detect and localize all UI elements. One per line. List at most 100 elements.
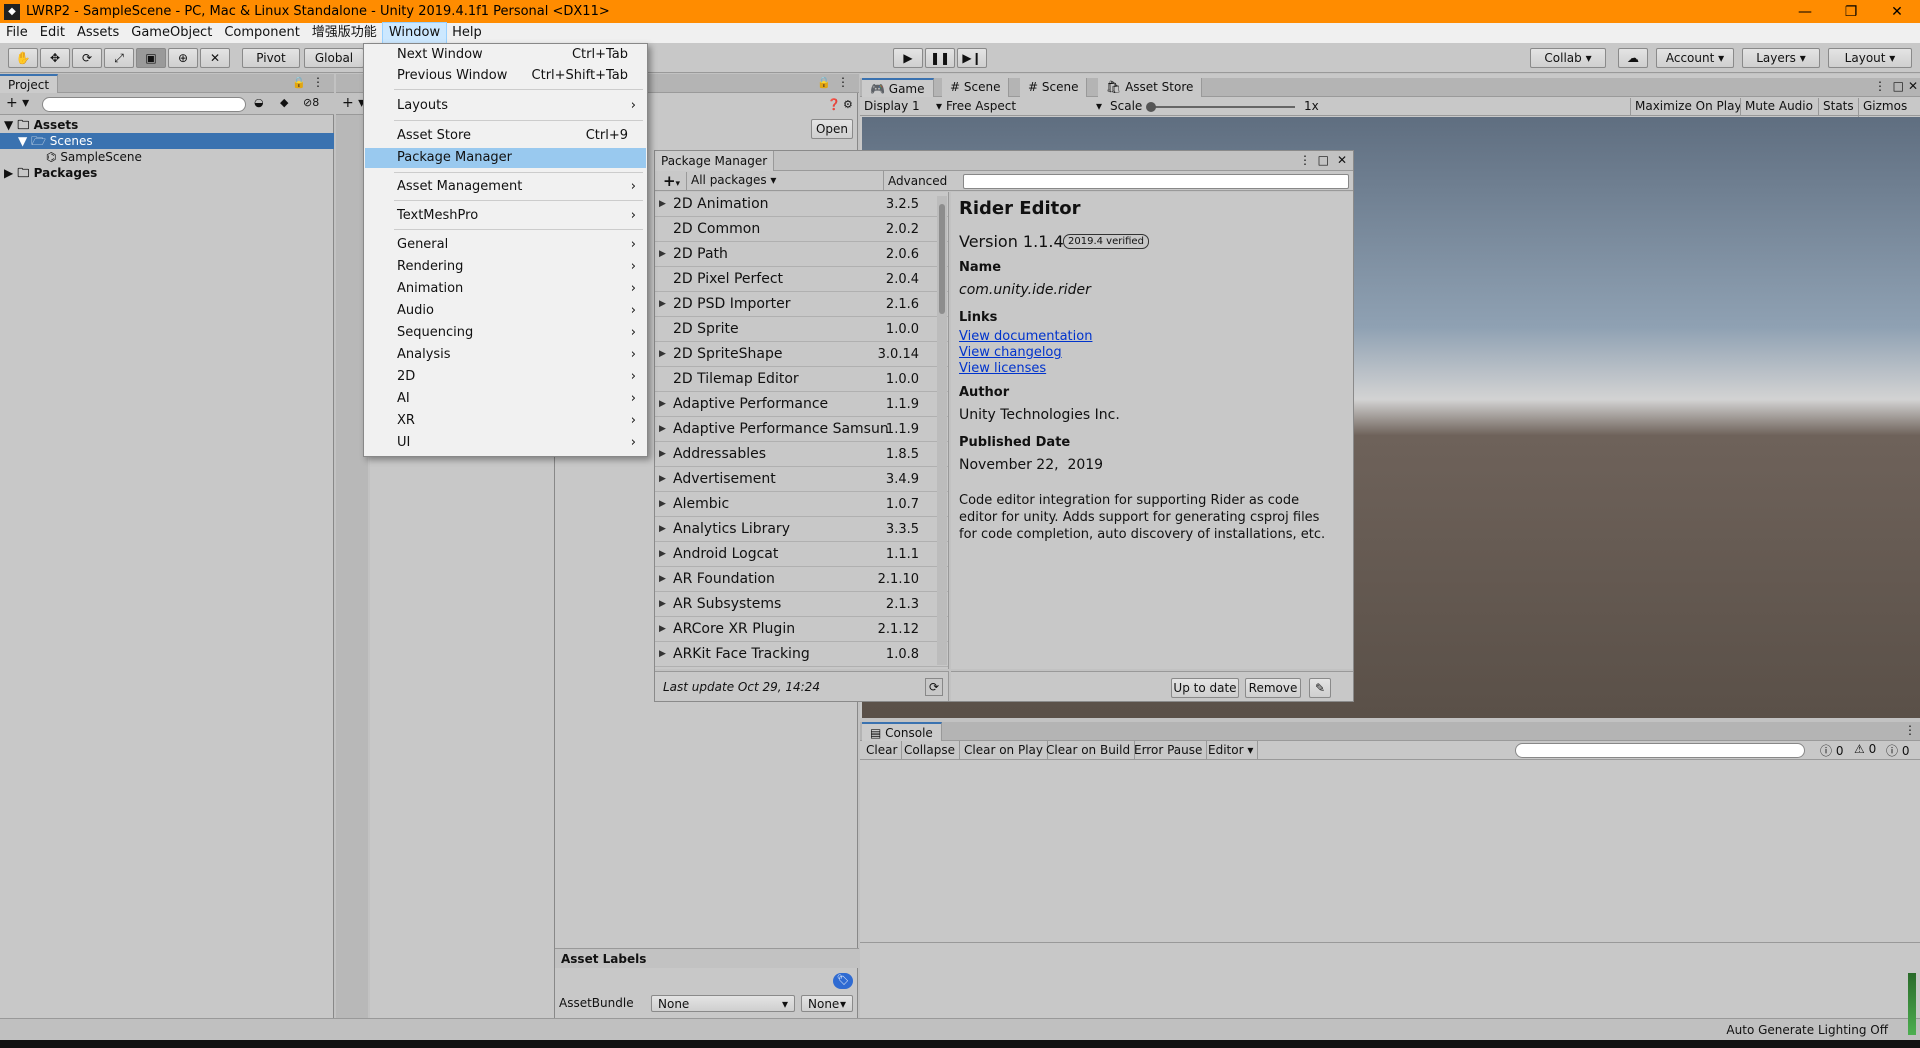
settings-gear-icon[interactable]: ⚙ bbox=[843, 98, 853, 111]
pivot-toggle[interactable]: Pivot bbox=[242, 48, 300, 68]
remove-button[interactable]: Remove bbox=[1245, 678, 1301, 698]
more-options-icon[interactable]: ⋮ bbox=[837, 75, 849, 89]
layers-dropdown[interactable]: Layers ▾ bbox=[1742, 48, 1820, 68]
maximize-window-icon[interactable]: □ bbox=[1318, 153, 1329, 167]
project-search-input[interactable] bbox=[42, 97, 246, 112]
tree-samplescene[interactable]: ⌬ SampleScene bbox=[0, 149, 334, 165]
menu-item-asset-store[interactable]: Asset Store Ctrl+9 bbox=[365, 126, 646, 146]
rotate-tool-icon[interactable]: ⟳ bbox=[72, 48, 102, 68]
hierarchy-plus-icon[interactable]: + ▾ bbox=[342, 95, 365, 111]
menu-window[interactable]: Window bbox=[381, 22, 448, 44]
minimize-button[interactable]: — bbox=[1782, 0, 1828, 23]
more-options-icon[interactable]: ⋮ bbox=[1904, 723, 1916, 737]
restore-button[interactable]: ❐ bbox=[1828, 0, 1874, 23]
list-item[interactable]: ▶ 2D Path 2.0.6 bbox=[655, 242, 948, 267]
account-dropdown[interactable]: Account ▾ bbox=[1656, 48, 1734, 68]
list-item[interactable]: ▶ Adaptive Performance Samsun 1.1.9 bbox=[655, 417, 948, 442]
cloud-icon[interactable]: ☁ bbox=[1618, 48, 1648, 68]
global-toggle[interactable]: Global bbox=[304, 48, 364, 68]
more-options-icon[interactable]: ⋮ bbox=[312, 75, 324, 89]
rect-tool-icon[interactable]: ▣ bbox=[136, 48, 166, 68]
up-to-date-button[interactable]: Up to date bbox=[1171, 678, 1239, 698]
list-item[interactable]: ▶ 2D PSD Importer 2.1.6 bbox=[655, 292, 948, 317]
menu-item-2d[interactable]: 2D › bbox=[365, 367, 646, 387]
hidden-count-badge[interactable]: ⊘8 bbox=[303, 96, 319, 109]
maximize-panel-icon[interactable]: □ bbox=[1893, 79, 1904, 93]
console-search-input[interactable] bbox=[1515, 743, 1805, 758]
menu-edit[interactable]: Edit bbox=[34, 23, 71, 43]
tree-scenes[interactable]: ▼ 🗁 Scenes bbox=[0, 133, 334, 149]
view-licenses-link[interactable]: View licenses bbox=[959, 361, 1046, 376]
pause-button[interactable]: ❚❚ bbox=[925, 48, 955, 68]
tree-assets[interactable]: ▼ 🗀 Assets bbox=[0, 117, 334, 133]
display-select[interactable]: Display 1 ▾ bbox=[864, 98, 942, 115]
play-button[interactable]: ▶ bbox=[893, 48, 923, 68]
lock-icon[interactable]: 🔒 bbox=[817, 76, 831, 89]
scrollbar-thumb[interactable] bbox=[939, 204, 945, 314]
menu-item-analysis[interactable]: Analysis › bbox=[365, 345, 646, 365]
list-item[interactable]: ▶ ARKit Face Tracking 1.0.8 bbox=[655, 642, 948, 667]
tab-game[interactable]: 🎮 Game bbox=[862, 78, 934, 97]
edit-pencil-icon[interactable]: ✎ bbox=[1309, 678, 1331, 698]
menu-item-previous-window[interactable]: Previous Window Ctrl+Shift+Tab bbox=[365, 66, 646, 86]
log-count[interactable]: ⓘ 0 bbox=[1886, 742, 1909, 759]
filter-type-icon[interactable]: ◒ bbox=[254, 96, 264, 109]
tab-console[interactable]: ▤ Console bbox=[862, 722, 942, 741]
menu-item-ai[interactable]: AI › bbox=[365, 389, 646, 409]
advanced-dropdown[interactable]: Advanced ▾ bbox=[883, 171, 953, 208]
tag-icon[interactable]: 🏷 bbox=[833, 973, 853, 989]
step-button[interactable]: ▶❙ bbox=[957, 48, 987, 68]
menu-item-audio[interactable]: Audio › bbox=[365, 301, 646, 321]
more-options-icon[interactable]: ⋮ bbox=[1874, 79, 1886, 93]
menu-gameobject[interactable]: GameObject bbox=[125, 23, 218, 43]
error-count[interactable]: ⓘ 0 bbox=[1820, 742, 1843, 759]
collab-button[interactable]: Collab ▾ bbox=[1530, 48, 1606, 68]
lock-icon[interactable]: 🔒 bbox=[292, 76, 306, 89]
mute-audio-toggle[interactable]: Mute Audio bbox=[1740, 98, 1817, 115]
menu-assets[interactable]: Assets bbox=[71, 23, 125, 43]
close-button[interactable]: ✕ bbox=[1874, 0, 1920, 23]
expand-arrow-icon[interactable]: ▼ bbox=[18, 134, 27, 148]
move-tool-icon[interactable]: ✥ bbox=[40, 48, 70, 68]
package-manager-tab[interactable]: Package Manager bbox=[655, 151, 775, 171]
error-pause-toggle[interactable]: Error Pause bbox=[1130, 741, 1208, 760]
list-item[interactable]: ▶ Alembic 1.0.7 bbox=[655, 492, 948, 517]
scale-slider[interactable] bbox=[1150, 106, 1295, 108]
menu-item-sequencing[interactable]: Sequencing › bbox=[365, 323, 646, 343]
list-item[interactable]: ▶ AR Foundation 2.1.10 bbox=[655, 567, 948, 592]
menu-item-textmeshpro[interactable]: TextMeshPro › bbox=[365, 206, 646, 226]
menu-item-package-manager[interactable]: Package Manager bbox=[365, 148, 646, 168]
list-item[interactable]: 2D Pixel Perfect 2.0.4 bbox=[655, 267, 948, 292]
tab-asset-store[interactable]: 🛍 Asset Store bbox=[1098, 78, 1203, 97]
open-button[interactable]: Open bbox=[811, 119, 853, 139]
list-item[interactable]: 2D Common 2.0.2 bbox=[655, 217, 948, 242]
view-documentation-link[interactable]: View documentation bbox=[959, 329, 1092, 344]
menu-component[interactable]: Component bbox=[218, 23, 305, 43]
menu-item-animation[interactable]: Animation › bbox=[365, 279, 646, 299]
list-item[interactable]: ▶ Advertisement 3.4.9 bbox=[655, 467, 948, 492]
create-plus-icon[interactable]: + ▾ bbox=[6, 95, 29, 111]
scale-slider-handle[interactable] bbox=[1146, 102, 1156, 112]
tab-scene-2[interactable]: # Scene bbox=[1020, 78, 1088, 97]
list-item[interactable]: ▶ Analytics Library 3.3.5 bbox=[655, 517, 948, 542]
list-item[interactable]: ▶ Addressables 1.8.5 bbox=[655, 442, 948, 467]
maximize-on-play-toggle[interactable]: Maximize On Play bbox=[1630, 98, 1746, 115]
view-changelog-link[interactable]: View changelog bbox=[959, 345, 1062, 360]
tree-packages[interactable]: ▶ 🗀 Packages bbox=[0, 165, 334, 181]
editor-dropdown[interactable]: Editor ▾ bbox=[1204, 741, 1259, 760]
list-item[interactable]: ▶ 2D Animation 3.2.5 bbox=[655, 192, 948, 217]
collapse-button[interactable]: Collapse bbox=[900, 741, 960, 760]
list-item[interactable]: ▶ AR Subsystems 2.1.3 bbox=[655, 592, 948, 617]
more-options-icon[interactable]: ⋮ bbox=[1299, 153, 1311, 167]
menu-item-rendering[interactable]: Rendering › bbox=[365, 257, 646, 277]
custom-tool-icon[interactable]: ✕ bbox=[200, 48, 230, 68]
package-filter-dropdown[interactable]: All packages ▾ bbox=[691, 173, 776, 187]
stats-toggle[interactable]: Stats bbox=[1818, 98, 1858, 115]
menu-enhanced[interactable]: 增强版功能 bbox=[306, 23, 383, 43]
clear-on-play-toggle[interactable]: Clear on Play bbox=[960, 741, 1048, 760]
hand-tool-icon[interactable]: ✋ bbox=[8, 48, 38, 68]
list-item[interactable]: ▶ 2D SpriteShape 3.0.14 bbox=[655, 342, 948, 367]
package-list-scrollbar[interactable] bbox=[937, 196, 947, 665]
list-item[interactable]: ▶ Android Logcat 1.1.1 bbox=[655, 542, 948, 567]
menu-item-asset-management[interactable]: Asset Management › bbox=[365, 177, 646, 197]
